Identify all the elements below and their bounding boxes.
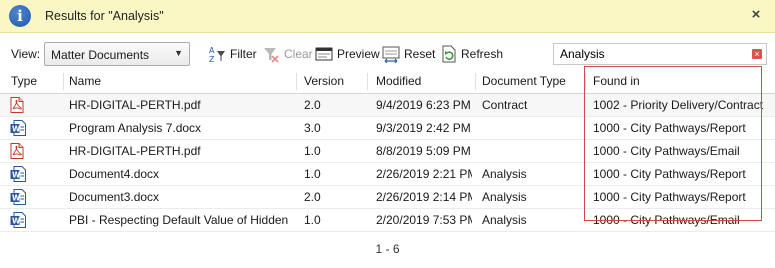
- close-icon[interactable]: ×: [747, 6, 765, 24]
- grid-body: HR-DIGITAL-PERTH.pdf 2.0 9/4/2019 6:23 PM C…: [0, 94, 775, 232]
- svg-text:Z: Z: [209, 55, 215, 63]
- cell-name: Program Analysis 7.docx: [69, 121, 202, 135]
- chevron-down-icon: ▼: [174, 48, 183, 58]
- cell-doctype: Analysis: [482, 167, 527, 181]
- table-row[interactable]: W Document3.docx 2.0 2/26/2019 2:14 PM Analy…: [0, 186, 775, 209]
- cell-name: HR-DIGITAL-PERTH.pdf: [69, 98, 201, 112]
- word-icon: W: [10, 212, 26, 231]
- filter-icon: A Z: [209, 46, 225, 63]
- refresh-button[interactable]: Refresh: [441, 44, 503, 64]
- cell-version: 2.0: [304, 190, 321, 204]
- cell-doctype: Analysis: [482, 213, 527, 227]
- reset-label: Reset: [404, 47, 436, 61]
- cell-doctype: Contract: [482, 98, 528, 112]
- clear-search-icon[interactable]: ×: [752, 49, 762, 59]
- svg-text:A: A: [209, 46, 215, 55]
- cell-modified: 8/8/2019 5:09 PM: [376, 144, 471, 158]
- cell-name: Document3.docx: [69, 190, 160, 204]
- cell-version: 1.0: [304, 213, 321, 227]
- cell-found: 1000 - City Pathways/Email: [593, 144, 740, 158]
- cell-doctype: Analysis: [482, 190, 527, 204]
- results-banner: i Results for "Analysis" ×: [0, 0, 775, 33]
- cell-name: Document4.docx: [69, 167, 160, 181]
- column-header-modified[interactable]: Modified: [376, 70, 421, 93]
- column-divider[interactable]: [296, 73, 297, 90]
- clear-button[interactable]: Clear: [262, 44, 313, 64]
- info-icon: i: [9, 5, 31, 27]
- view-label: View:: [11, 47, 41, 61]
- word-icon: W: [10, 189, 26, 208]
- search-box: ×: [553, 43, 767, 65]
- svg-text:W: W: [12, 171, 21, 180]
- toolbar: View: Matter Documents ▼ A Z Filter Clea…: [0, 38, 775, 70]
- cell-version: 3.0: [304, 121, 321, 135]
- cell-doctype: [482, 117, 582, 139]
- cell-version: 2.0: [304, 98, 321, 112]
- filter-button[interactable]: A Z Filter: [208, 44, 257, 64]
- grid-header: Type Name Version Modified Document Type…: [0, 70, 775, 94]
- column-header-type[interactable]: Type: [11, 70, 37, 93]
- word-icon: W: [10, 166, 26, 185]
- table-row[interactable]: W PBI - Respecting Default Value of Hidde…: [0, 209, 775, 232]
- preview-label: Preview: [337, 47, 380, 61]
- column-divider[interactable]: [367, 73, 368, 90]
- filter-label: Filter: [230, 47, 257, 61]
- cell-version: 1.0: [304, 167, 321, 181]
- cell-found: 1000 - City Pathways/Email: [593, 213, 740, 227]
- reset-icon: [382, 46, 400, 63]
- table-row[interactable]: HR-DIGITAL-PERTH.pdf 1.0 8/8/2019 5:09 PM 1…: [0, 140, 775, 163]
- column-header-found-in[interactable]: Found in: [593, 70, 640, 93]
- results-grid: Type Name Version Modified Document Type…: [0, 70, 775, 232]
- clear-filter-icon: [264, 48, 279, 63]
- pdf-icon: [10, 97, 24, 116]
- cell-name: HR-DIGITAL-PERTH.pdf: [69, 144, 201, 158]
- pager-label: 1 - 6: [375, 242, 400, 256]
- column-divider[interactable]: [475, 73, 476, 90]
- cell-doctype: [482, 140, 582, 162]
- svg-text:W: W: [12, 217, 21, 226]
- table-row[interactable]: W Program Analysis 7.docx 3.0 9/3/2019 2:42…: [0, 117, 775, 140]
- cell-found: 1002 - Priority Delivery/Contract: [593, 98, 764, 112]
- refresh-icon: [442, 45, 456, 63]
- cell-modified: 9/4/2019 6:23 PM: [376, 98, 471, 112]
- cell-name: PBI - Respecting Default Value of Hidden…: [69, 213, 292, 227]
- view-dropdown[interactable]: Matter Documents ▼: [44, 42, 190, 66]
- column-header-version[interactable]: Version: [304, 70, 344, 93]
- cell-modified: 2/26/2019 2:21 PM: [376, 167, 472, 181]
- clear-label: Clear: [284, 47, 313, 61]
- view-dropdown-value: Matter Documents: [51, 48, 150, 62]
- table-row[interactable]: W Document4.docx 1.0 2/26/2019 2:21 PM Analy…: [0, 163, 775, 186]
- column-header-document-type[interactable]: Document Type: [482, 70, 566, 93]
- preview-icon: [315, 47, 333, 61]
- refresh-label: Refresh: [461, 47, 504, 61]
- cell-modified: 2/26/2019 2:14 PM: [376, 190, 472, 204]
- cell-version: 1.0: [304, 144, 321, 158]
- column-divider[interactable]: [585, 73, 586, 90]
- table-row[interactable]: HR-DIGITAL-PERTH.pdf 2.0 9/4/2019 6:23 PM C…: [0, 94, 775, 117]
- word-icon: W: [10, 120, 26, 139]
- cell-modified: 9/3/2019 2:42 PM: [376, 121, 471, 135]
- cell-found: 1000 - City Pathways/Report: [593, 167, 746, 181]
- reset-button[interactable]: Reset: [382, 44, 435, 64]
- banner-title: Results for "Analysis": [45, 9, 164, 23]
- column-header-name[interactable]: Name: [69, 70, 101, 93]
- svg-text:W: W: [12, 125, 21, 134]
- cell-found: 1000 - City Pathways/Report: [593, 190, 746, 204]
- column-divider[interactable]: [63, 73, 64, 90]
- svg-text:W: W: [12, 194, 21, 203]
- pdf-icon: [10, 143, 24, 162]
- preview-button[interactable]: Preview: [315, 44, 380, 64]
- cell-modified: 2/20/2019 7:53 PM: [376, 213, 472, 227]
- cell-found: 1000 - City Pathways/Report: [593, 121, 746, 135]
- search-input[interactable]: [560, 46, 740, 62]
